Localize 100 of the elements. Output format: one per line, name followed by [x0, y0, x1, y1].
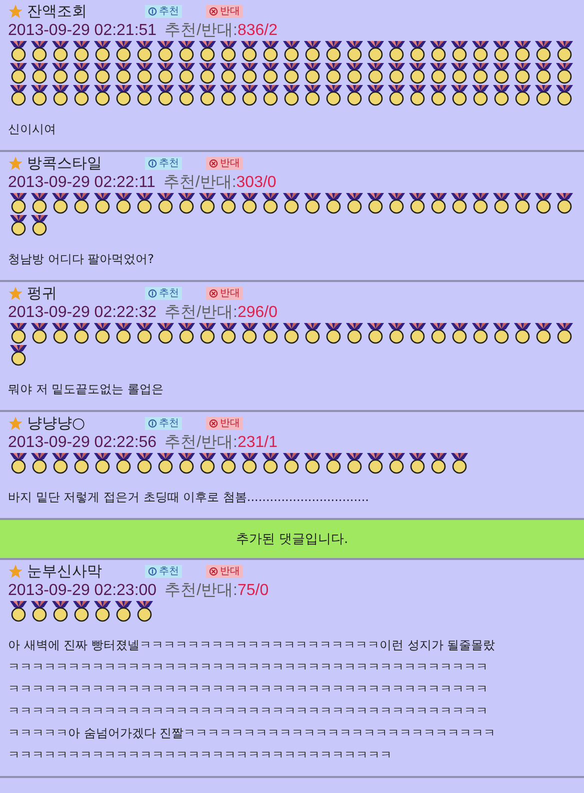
vote-label: 추천/반대:: [164, 581, 238, 601]
author-name: 눈부신사막: [27, 562, 103, 580]
vote-label: 추천/반대:: [164, 21, 238, 41]
recommend-button[interactable]: 추천: [145, 156, 182, 170]
medal-icon: [197, 452, 218, 474]
cross-icon: [209, 566, 218, 576]
medal-icon: [50, 192, 71, 214]
medal-icon: [260, 322, 281, 344]
medal-icon: [323, 40, 344, 62]
medal-icon: [386, 452, 407, 474]
medal-icon: [134, 322, 155, 344]
medal-icon: [218, 192, 239, 214]
medal-icon: [113, 40, 134, 62]
vote-count: 231/1: [237, 434, 278, 452]
medal-icon: [302, 84, 323, 106]
medal-icon: [365, 62, 386, 84]
medal-icon: [239, 452, 260, 474]
medal-icon: [50, 600, 71, 622]
medal-icon: [260, 452, 281, 474]
medal-icon: [323, 452, 344, 474]
medal-icon: [134, 452, 155, 474]
comment-text: ㅋㅋㅋㅋㅋㅋㅋㅋㅋㅋㅋㅋㅋㅋㅋㅋㅋㅋㅋㅋㅋㅋㅋㅋㅋㅋㅋㅋㅋㅋㅋㅋㅋㅋㅋㅋㅋㅋㅋㅋ: [8, 703, 489, 720]
medal-icon: [407, 40, 428, 62]
medal-icon: [239, 62, 260, 84]
medal-icon: [71, 84, 92, 106]
comment-time: 2013-09-29 02:23:00: [8, 582, 157, 600]
recommend-button[interactable]: 추천: [145, 564, 182, 578]
medal-icon: [197, 192, 218, 214]
vote-label: 추천/반대:: [164, 433, 238, 453]
medal-icon: [71, 40, 92, 62]
medal-icon: [365, 192, 386, 214]
medal-icon: [407, 192, 428, 214]
oppose-button[interactable]: 반대: [206, 4, 243, 18]
oppose-button[interactable]: 반대: [206, 416, 243, 430]
medal-icon: [491, 84, 512, 106]
medal-icon: [512, 84, 533, 106]
medal-icon: [218, 62, 239, 84]
medal-icon: [281, 452, 302, 474]
medal-icon: [344, 62, 365, 84]
medal-icon: [386, 192, 407, 214]
medal-icon: [470, 192, 491, 214]
author-name: 냥냥냥○: [27, 414, 86, 432]
added-comments-banner: 추가된 댓글입니다.: [0, 520, 584, 560]
medal-icon: [260, 40, 281, 62]
vote-count: 75/0: [237, 582, 269, 600]
medal-icon: [176, 322, 197, 344]
medal-icon: [428, 452, 449, 474]
medal-icon: [533, 192, 554, 214]
medal-icon: [92, 40, 113, 62]
medal-icon: [470, 40, 491, 62]
medal-icon: [155, 40, 176, 62]
medal-icon: [8, 322, 29, 344]
medal-icon: [113, 452, 134, 474]
comment-text: 아 새벽에 진짜 빵터졌넬ㅋㅋㅋㅋㅋㅋㅋㅋㅋㅋㅋㅋㅋㅋㅋㅋㅋㅋㅋㅋ이런 성지가 될줄몰랐: [8, 637, 496, 654]
medal-icon: [491, 322, 512, 344]
medal-icon: [155, 192, 176, 214]
medal-icon: [533, 62, 554, 84]
medal-icon: [533, 84, 554, 106]
medal-icon: [134, 192, 155, 214]
comment-text: ㅋㅋㅋㅋㅋㅋㅋㅋㅋㅋㅋㅋㅋㅋㅋㅋㅋㅋㅋㅋㅋㅋㅋㅋㅋㅋㅋㅋㅋㅋㅋㅋㅋㅋㅋㅋㅋㅋㅋㅋ: [8, 659, 489, 676]
author-name: 펑귀: [27, 284, 58, 302]
medal-icon: [386, 322, 407, 344]
medal-icon: [323, 84, 344, 106]
medal-icon: [470, 322, 491, 344]
medal-icon: [29, 40, 50, 62]
medal-icon: [239, 322, 260, 344]
oppose-button[interactable]: 반대: [206, 564, 243, 578]
medal-icon: [386, 40, 407, 62]
medal-icon: [113, 62, 134, 84]
medal-icon: [155, 62, 176, 84]
medal-icon: [449, 62, 470, 84]
medal-icon: [197, 62, 218, 84]
medal-icon: [197, 40, 218, 62]
comment-text: ㅋㅋㅋㅋㅋ아 숨넘어가겠다 진짤ㅋㅋㅋㅋㅋㅋㅋㅋㅋㅋㅋㅋㅋㅋㅋㅋㅋㅋㅋㅋㅋㅋㅋㅋㅋㅋ: [8, 725, 497, 742]
medal-icon: [449, 84, 470, 106]
medal-icon: [449, 40, 470, 62]
star-icon: [8, 4, 23, 18]
medal-icon: [449, 322, 470, 344]
medal-icon: [260, 192, 281, 214]
medal-icon: [428, 192, 449, 214]
medal-icon: [92, 452, 113, 474]
recommend-button[interactable]: 추천: [145, 4, 182, 18]
recommend-button[interactable]: 추천: [145, 286, 182, 300]
medal-icon: [8, 600, 29, 622]
medal-icon: [29, 452, 50, 474]
medal-icon: [239, 40, 260, 62]
medal-icon: [8, 214, 29, 236]
oppose-button[interactable]: 반대: [206, 156, 243, 170]
recommend-button[interactable]: 추천: [145, 416, 182, 430]
cross-icon: [209, 158, 218, 168]
medal-icon: [281, 62, 302, 84]
star-icon: [8, 156, 23, 170]
medal-icon: [365, 40, 386, 62]
medal-icon: [428, 40, 449, 62]
medal-icon: [92, 600, 113, 622]
medal-icon: [365, 452, 386, 474]
cross-icon: [209, 6, 218, 16]
oppose-button[interactable]: 반대: [206, 286, 243, 300]
info-icon: [148, 6, 157, 16]
medal-icon: [29, 84, 50, 106]
